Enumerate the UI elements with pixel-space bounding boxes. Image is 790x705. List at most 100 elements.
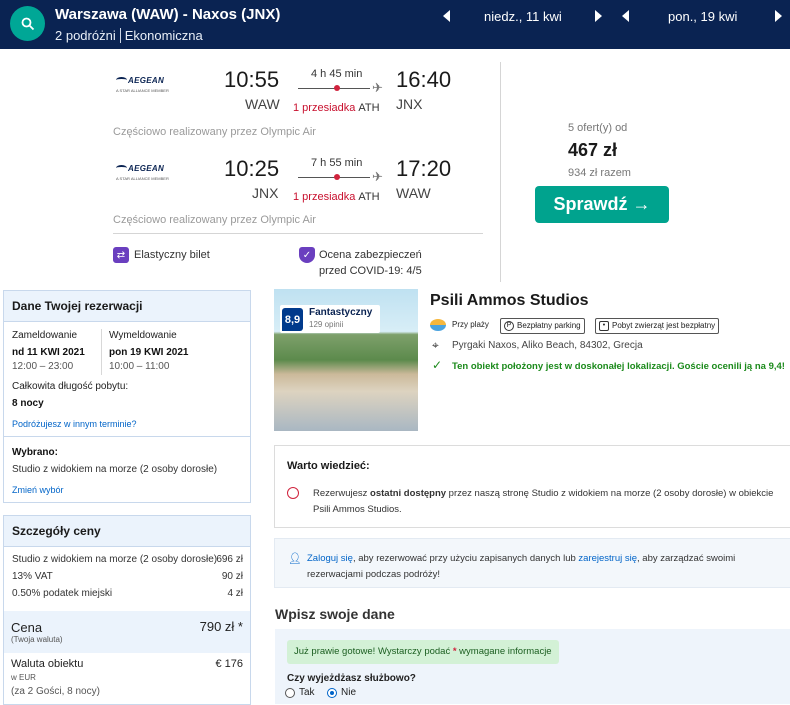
offer-price: 467 zł (568, 140, 618, 160)
divider (113, 233, 483, 234)
next-return-date-arrow[interactable] (775, 10, 782, 22)
guests-note: (za 2 Gości, 8 nocy) (11, 686, 100, 697)
business-trip-yes-radio[interactable] (285, 688, 295, 698)
covid-rating-title[interactable]: Ocena zabezpieczeń (319, 249, 422, 261)
price-details-panel: Szczegóły ceny Studio z widokiem na morz… (3, 515, 251, 705)
checkmark-icon: ✓ (432, 358, 443, 372)
selected-room: Studio z widokiem na morze (2 osoby doro… (12, 464, 218, 475)
checkin-label: Zameldowanie (12, 330, 78, 341)
total-price-value: 790 zł * (199, 619, 243, 634)
business-trip-no-radio[interactable] (327, 688, 337, 698)
good-to-know-box: Warto wiedzieć: Rezerwujesz ostatni dost… (274, 445, 790, 528)
airline-logo: AEGEAN A STAR ALLIANCE MEMBER (116, 164, 169, 181)
plane-icon: ✈ (372, 80, 383, 95)
review-score: 8,9 (282, 308, 303, 331)
stops-info: 1 przesiadka ATH (293, 102, 380, 114)
total-price-label: Cena (11, 620, 43, 635)
total-price-row: Cena (Twoja waluta) 790 zł * (4, 611, 250, 653)
checkin-date: nd 11 KWI 2021 (12, 347, 85, 358)
operated-by: Częściowo realizowany przez Olympic Air (113, 214, 316, 226)
depart-date[interactable]: niedz., 11 kwi (484, 9, 562, 25)
flexible-ticket-label[interactable]: Elastyczny bilet (134, 249, 210, 261)
panel-title: Szczegóły ceny (4, 516, 250, 547)
stops-info: 1 przesiadka ATH (293, 191, 380, 203)
departure-time: 10:25 (224, 156, 280, 181)
good-to-know-text: Rezerwujesz ostatni dostępny przez naszą… (313, 488, 774, 515)
flight-duration: 4 h 45 min (311, 68, 363, 80)
price-row-value: 90 zł (221, 571, 243, 582)
panel-title: Dane Twojej rezerwacji (4, 291, 250, 322)
location-pin-icon: ⌖ (432, 338, 439, 352)
business-trip-question: Czy wyjeżdżasz służbowo? (287, 673, 416, 684)
aegean-wing-icon (116, 77, 127, 83)
price-row-value: 696 zł (216, 554, 243, 565)
location-note: Ten obiekt położony jest w doskonałej lo… (452, 361, 785, 372)
checkout-date: pon 19 KWI 2021 (109, 347, 189, 358)
parking-icon: P (504, 321, 514, 331)
beach-tag: Przy plaży (430, 318, 492, 334)
hotel-name: Psili Ammos Studios (430, 292, 589, 309)
search-summary-bar: Warszawa (WAW) - Naxos (JNX) 2 podróżni E… (0, 0, 790, 49)
pets-tag: • Pobyt zwierząt jest bezpłatny (595, 318, 720, 334)
other-dates-link[interactable]: Podróżujesz w innym terminie? (12, 419, 137, 429)
departure-airport: WAW (245, 96, 280, 112)
business-trip-no-label[interactable]: Nie (341, 687, 356, 698)
airline-logo: AEGEAN A STAR ALLIANCE MEMBER (116, 76, 169, 93)
divider (101, 329, 102, 375)
business-trip-yes-label[interactable]: Tak (299, 687, 315, 698)
arrival-time: 16:40 (396, 67, 452, 92)
arrival-airport: WAW (396, 185, 431, 201)
price-row-label: 13% VAT (12, 571, 53, 582)
departure-time: 10:55 (224, 67, 280, 92)
cabin-class: Ekonomiczna (124, 28, 203, 43)
total-price-sub: (Twoja waluta) (11, 635, 63, 644)
plane-icon: ✈ (372, 169, 383, 184)
review-score-word: Fantastyczny (309, 307, 373, 318)
login-prompt-text: Zaloguj się, aby rezerwować przy użyciu … (307, 553, 736, 580)
stay-length-value: 8 nocy (12, 398, 44, 409)
route-details[interactable]: 2 podróżni Ekonomiczna (55, 28, 203, 43)
free-parking-tag: P Bezpłatny parking (500, 318, 585, 334)
hotel-address: Pyrgaki Naxos, Aliko Beach, 84302, Grecj… (452, 340, 643, 351)
login-prompt: 👤︎ Zaloguj się, aby rezerwować przy użyc… (274, 538, 790, 588)
travellers-count: 2 podróżni (55, 28, 116, 43)
paw-icon: • (599, 321, 609, 331)
hotel-currency-sub: w EUR (11, 673, 36, 682)
arrival-time: 17:20 (396, 156, 452, 181)
covid-rating-value: przed COVID-19: 4/5 (319, 265, 422, 277)
check-offer-button[interactable]: Sprawdź → (535, 186, 669, 223)
return-date[interactable]: pon., 19 kwi (668, 9, 737, 25)
guest-details-form: Już prawie gotowe! Wystarczy podać * wym… (275, 629, 790, 704)
selected-label: Wybrano: (12, 447, 58, 458)
user-icon: 👤︎ (288, 553, 302, 565)
divider (4, 436, 250, 437)
hotel-currency-value: € 176 (215, 658, 243, 670)
price-row-label: 0.50% podatek miejski (12, 588, 113, 599)
operated-by: Częściowo realizowany przez Olympic Air (113, 126, 316, 138)
offers-count: 5 ofert(y) od (568, 122, 628, 134)
register-link[interactable]: zarejestruj się (578, 553, 637, 564)
shield-icon: ✓ (299, 247, 315, 263)
login-link[interactable]: Zaloguj się (307, 553, 353, 564)
prev-depart-date-arrow[interactable] (443, 10, 450, 22)
search-button[interactable] (10, 6, 45, 41)
ticket-icon: ⇄ (113, 247, 129, 263)
next-depart-date-arrow[interactable] (595, 10, 602, 22)
aegean-wing-icon (116, 165, 127, 171)
booking-details-panel: Dane Twojej rezerwacji Zameldowanie nd 1… (3, 290, 251, 503)
divider (500, 62, 501, 282)
stop-dot-icon (334, 85, 340, 91)
price-row-label: Studio z widokiem na morze (2 osoby doro… (12, 554, 218, 565)
review-count: 129 opinii (309, 320, 344, 329)
route-title[interactable]: Warszawa (WAW) - Naxos (JNX) (55, 6, 280, 23)
checkout-time: 10:00 – 11:00 (109, 361, 170, 372)
offer-total-price: 934 zł razem (568, 167, 631, 179)
arrival-airport: JNX (396, 96, 423, 112)
stop-dot-icon (334, 174, 340, 180)
change-selection-link[interactable]: Zmień wybór (12, 485, 64, 495)
price-row-value: 4 zł (227, 588, 243, 599)
flight-duration: 7 h 55 min (311, 157, 363, 169)
good-to-know-title: Warto wiedzieć: (287, 460, 370, 472)
prev-return-date-arrow[interactable] (622, 10, 629, 22)
hotel-photo[interactable]: 8,9 Fantastyczny 129 opinii (274, 289, 418, 431)
